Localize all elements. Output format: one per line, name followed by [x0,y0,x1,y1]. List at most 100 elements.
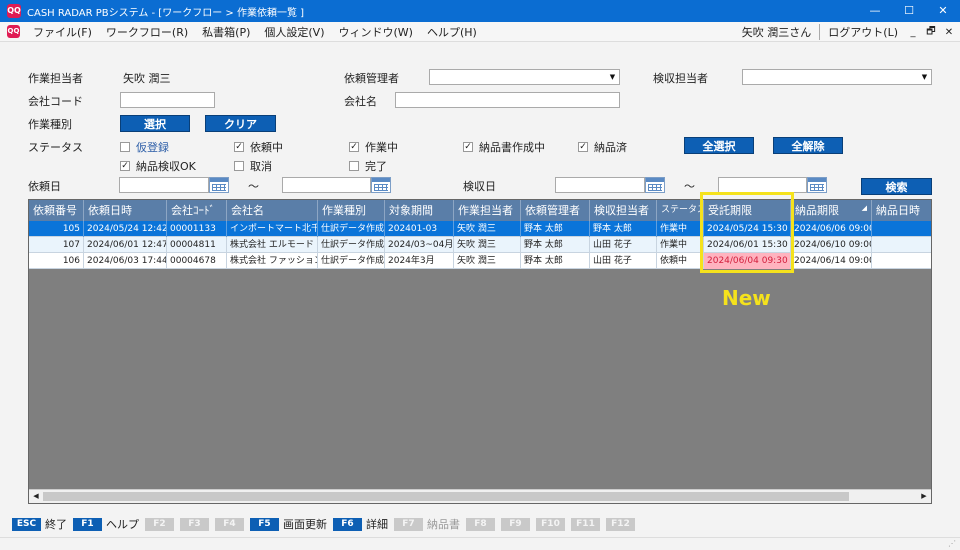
fkey-f8: F8 [466,517,495,531]
fkey-f12: F12 [606,517,635,531]
search-button[interactable]: 検索 [861,178,932,195]
mdi-minimize-button[interactable]: _ [906,27,920,38]
fkey-label: 画面更新 [283,518,327,531]
table-row[interactable]: 105 2024/05/24 12:42 00001133 インポートマート北千… [29,221,931,237]
request-grid: 依頼番号 依頼日時 会社ｺｰﾄﾞ 会社名 作業種別 対象期間 作業担当者 依頼管… [28,199,932,504]
col-request-date[interactable]: 依頼日時 [84,200,167,221]
new-column-highlight [700,192,794,273]
cell-company-code: 00004811 [167,237,227,253]
deselect-all-button[interactable]: 全解除 [773,137,843,154]
status-option-label: 完了 [365,160,387,173]
fkey-badge: F10 [536,517,565,531]
fkey-badge: F2 [145,517,174,531]
title-bar: QQ CASH RADAR PBシステム - [ワークフロー > 作業依頼一覧 … [0,0,960,22]
cell-period: 202401-03 [385,221,454,237]
col-company-name[interactable]: 会社名 [227,200,318,221]
calendar-icon[interactable] [807,177,827,193]
table-row[interactable]: 106 2024/06/03 17:44 00004678 株式会社 ファッショ… [29,253,931,269]
request-date-label: 依頼日 [28,180,61,193]
clear-button[interactable]: クリア [205,115,276,132]
cell-company-name: インポートマート北千住店 [227,221,318,237]
cell-request-no: 105 [29,221,84,237]
col-period[interactable]: 対象期間 [385,200,454,221]
company-name-input[interactable] [395,92,620,108]
menu-file[interactable]: ファイル(F) [26,24,99,40]
cell-delivered-date [872,253,931,269]
menu-workflow[interactable]: ワークフロー(R) [99,24,195,40]
close-button[interactable]: ✕ [926,0,960,22]
fkey-f1[interactable]: F1 ヘルプ [73,516,139,532]
status-checkbox-cancelled[interactable]: 取消 [234,158,272,174]
col-inspector[interactable]: 検収担当者 [590,200,657,221]
calendar-icon[interactable] [645,177,665,193]
status-checkbox-provisional[interactable]: 仮登録 [120,139,169,155]
col-work-type[interactable]: 作業種別 [318,200,385,221]
minimize-button[interactable]: — [858,0,892,22]
col-delivery-deadline[interactable]: 納品期限 ◢ [791,200,872,221]
calendar-icon[interactable] [371,177,391,193]
fkey-f5[interactable]: F5 画面更新 [250,516,327,532]
fkey-f6[interactable]: F6 詳細 [333,516,388,532]
status-checkbox-invoice-creating[interactable]: ✓ 納品書作成中 [463,139,545,155]
status-checkbox-requesting[interactable]: ✓ 依頼中 [234,139,283,155]
fkey-f7: F7 納品書 [394,516,460,532]
fkey-badge: F11 [571,517,600,531]
menu-mailbox[interactable]: 私書箱(P) [195,24,257,40]
status-checkbox-inspection-ok[interactable]: ✓ 納品検収OK [120,158,196,174]
status-checkbox-delivered[interactable]: ✓ 納品済 [578,139,627,155]
col-manager[interactable]: 依頼管理者 [521,200,590,221]
request-date-to-input[interactable] [282,177,371,193]
inspector-select[interactable]: ▼ [742,69,932,85]
menu-window[interactable]: ウィンドウ(W) [331,24,419,40]
fkey-f2: F2 [145,517,174,531]
status-option-label: 依頼中 [250,141,283,154]
table-row[interactable]: 107 2024/06/01 12:47 00004811 株式会社 エルモード… [29,237,931,253]
staff-label: 作業担当者 [28,72,83,85]
cell-status: 作業中 [657,237,704,253]
col-status[interactable]: ステータス [657,200,704,221]
cell-status: 作業中 [657,221,704,237]
resize-grip-icon[interactable]: ⋰ [948,539,956,548]
company-code-input[interactable] [120,92,215,108]
scroll-right-icon[interactable]: ▶ [917,490,931,503]
menu-settings[interactable]: 個人設定(V) [257,24,331,40]
cell-request-no: 107 [29,237,84,253]
select-button[interactable]: 選択 [120,115,190,132]
scrollbar-thumb[interactable] [43,492,849,501]
cell-request-date: 2024/06/03 17:44 [84,253,167,269]
fkey-label: 詳細 [366,518,388,531]
mdi-restore-button[interactable]: 🗗 [924,24,938,41]
inspection-date-to-input[interactable] [718,177,807,193]
col-company-code[interactable]: 会社ｺｰﾄﾞ [167,200,227,221]
calendar-icon[interactable] [209,177,229,193]
logout-link[interactable]: ログアウト(L) [820,24,906,40]
select-all-button[interactable]: 全選択 [684,137,754,154]
horizontal-scrollbar[interactable]: ◀ ▶ [29,489,931,503]
mdi-close-button[interactable]: ✕ [942,27,956,38]
status-checkbox-working[interactable]: ✓ 作業中 [349,139,398,155]
maximize-button[interactable]: ☐ [892,0,926,22]
check-icon: ✓ [234,142,244,152]
checkbox-box [234,161,244,171]
function-key-bar: ESC 終了 F1 ヘルプ F2 F3 F4 F5 画面更新 F6 詳細 F7 納品書 F… [0,514,960,534]
request-date-from-input[interactable] [119,177,209,193]
cell-staff: 矢吹 潤三 [454,221,521,237]
company-code-label: 会社コード [28,95,83,108]
status-option-label: 作業中 [365,141,398,154]
col-request-no[interactable]: 依頼番号 [29,200,84,221]
app-logo-icon: QQ [7,4,21,18]
manager-select[interactable]: ▼ [429,69,620,85]
cell-work-type: 仕訳データ作成 [318,237,385,253]
fkey-f4: F4 [215,517,244,531]
menu-help[interactable]: ヘルプ(H) [420,24,484,40]
status-bar: ⋰ [0,537,960,550]
col-staff[interactable]: 作業担当者 [454,200,521,221]
inspection-date-from-input[interactable] [555,177,645,193]
status-checkbox-completed[interactable]: 完了 [349,158,387,174]
check-icon: ✓ [578,142,588,152]
scroll-left-icon[interactable]: ◀ [29,490,43,503]
app-menu-icon[interactable]: QQ [7,25,20,38]
cell-manager: 野本 太郎 [521,253,590,269]
col-delivered-date[interactable]: 納品日時 [872,200,931,221]
fkey-esc[interactable]: ESC 終了 [12,516,67,532]
